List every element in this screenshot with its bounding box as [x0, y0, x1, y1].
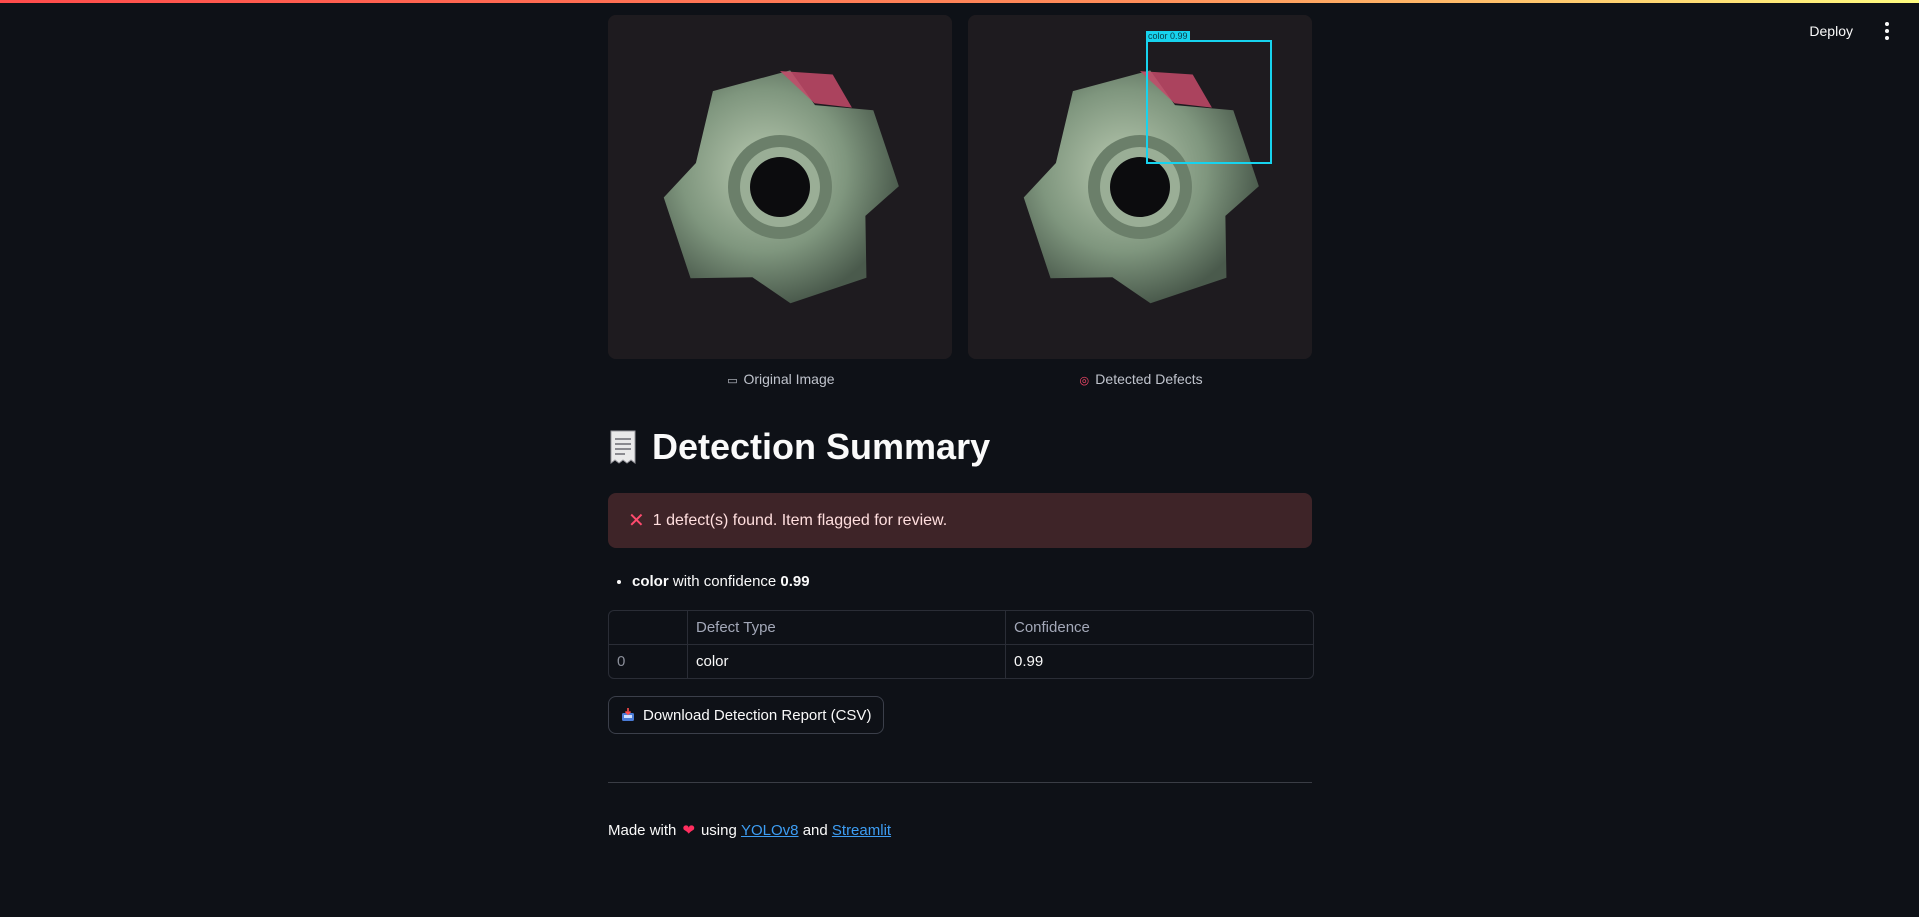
top-decoration-bar	[0, 0, 1919, 3]
table-header-row: Defect Type Confidence	[609, 611, 1313, 644]
table-cell-confidence[interactable]: 0.99	[1005, 645, 1311, 678]
table-header-index	[609, 611, 687, 644]
table-cell-index: 0	[617, 653, 626, 670]
heart-icon: ❤	[682, 822, 695, 839]
table-row: 0 color 0.99	[609, 644, 1313, 678]
download-button-label: Download Detection Report (CSV)	[643, 706, 872, 724]
alert-text: 1 defect(s) found. Item flagged for revi…	[652, 511, 948, 529]
footer: Made with ❤ using YOLOv8 and Streamlit	[608, 821, 892, 840]
receipt-icon	[610, 430, 636, 464]
main-content: ▭ Original Image color 0.99 ◎ Detected D…	[608, 15, 1314, 840]
header-actions: Deploy	[1803, 14, 1895, 48]
detected-image-column: color 0.99 ◎ Detected Defects	[968, 15, 1312, 389]
divider	[608, 782, 1312, 783]
list-item: color with confidence 0.99	[632, 572, 1312, 592]
table-header-defect-type[interactable]: Defect Type	[687, 611, 1005, 644]
summary-heading: Detection Summary	[608, 425, 1312, 469]
download-report-button[interactable]: Download Detection Report (CSV)	[608, 696, 885, 734]
inbox-tray-icon	[622, 708, 634, 721]
deploy-button[interactable]: Deploy	[1803, 17, 1859, 45]
yolov8-link[interactable]: YOLOv8	[741, 822, 799, 839]
original-image-column: ▭ Original Image	[608, 15, 952, 389]
table-cell-defect-type[interactable]: color	[687, 645, 1005, 678]
error-alert: ✕ 1 defect(s) found. Item flagged for re…	[608, 493, 1312, 548]
table-header-confidence[interactable]: Confidence	[1005, 611, 1311, 644]
detected-image: color 0.99	[968, 15, 1312, 359]
streamlit-link[interactable]: Streamlit	[832, 822, 891, 839]
detected-image-caption: ◎ Detected Defects	[968, 369, 1312, 389]
original-image	[608, 15, 952, 359]
x-mark-icon: ✕	[628, 510, 645, 532]
kebab-menu-icon[interactable]	[1879, 21, 1895, 41]
detection-label: color 0.99	[1146, 31, 1190, 41]
defect-table: Defect Type Confidence 0 color 0.99	[608, 610, 1314, 679]
detection-bounding-box	[1146, 40, 1272, 164]
original-image-caption: ▭ Original Image	[608, 369, 952, 389]
image-row: ▭ Original Image color 0.99 ◎ Detected D…	[608, 15, 1312, 389]
target-icon: ◎	[1079, 375, 1090, 387]
nut-photo	[608, 15, 952, 359]
camera-icon: ▭	[727, 375, 738, 387]
defect-list: color with confidence 0.99	[608, 572, 1312, 592]
summary-title: Detection Summary	[652, 426, 991, 467]
